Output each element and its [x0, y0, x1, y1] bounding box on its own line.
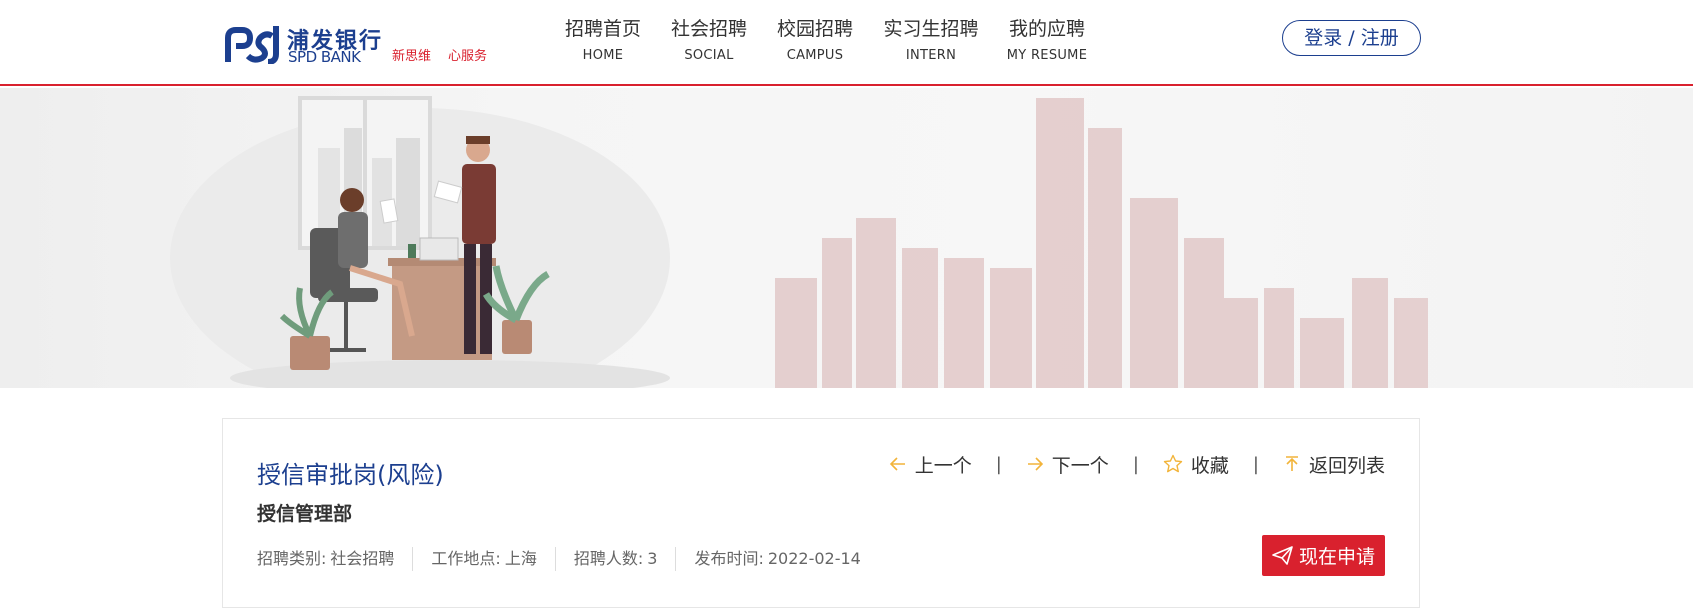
slogan-2: 心服务	[448, 49, 488, 64]
apply-label: 现在申请	[1298, 546, 1375, 568]
paper-plane-icon	[1272, 545, 1293, 565]
action-separator: |	[995, 453, 1002, 475]
meta-label: 发布时间:	[694, 549, 764, 568]
nav-label: 招聘首页	[564, 18, 641, 40]
action-separator: |	[1252, 453, 1259, 475]
job-detail-card: 授信审批岗(风险) 授信管理部 招聘类别: 社会招聘 工作地点: 上海 招聘人数: 3…	[222, 418, 1420, 608]
meta-label: 招聘类别:	[257, 549, 327, 568]
nav-my-resume[interactable]: 我的应聘 MY RESUME	[992, 16, 1102, 63]
back-label: 返回列表	[1308, 454, 1385, 477]
nav-social[interactable]: 社会招聘 SOCIAL	[654, 16, 764, 63]
nav-label: 实习生招聘	[883, 18, 979, 40]
nav-sublabel: SOCIAL	[684, 48, 734, 63]
apply-now-button[interactable]: 现在申请	[1262, 535, 1385, 576]
job-meta: 招聘类别: 社会招聘 工作地点: 上海 招聘人数: 3 发布时间: 2022-02-14	[257, 547, 879, 571]
slogan-1: 新思维	[392, 49, 432, 64]
meta-value: 社会招聘	[330, 549, 395, 568]
spd-bank-logo[interactable]: 浦发银行 SPD BANK	[224, 22, 381, 66]
nav-label: 我的应聘	[1008, 18, 1085, 40]
meta-value: 3	[647, 549, 658, 568]
job-title: 授信审批岗(风险)	[257, 461, 444, 489]
job-actions: 上一个 | 下一个 | 收藏 | 返回列表	[889, 449, 1385, 479]
meta-label: 招聘人数:	[573, 549, 644, 568]
nav-label: 社会招聘	[670, 18, 747, 40]
meta-category: 招聘类别: 社会招聘	[257, 547, 412, 571]
arrow-up-icon	[1285, 456, 1298, 471]
nav-label: 校园招聘	[776, 18, 853, 40]
meta-publish-date: 发布时间: 2022-02-14	[675, 547, 878, 571]
nav-sublabel: MY RESUME	[1006, 48, 1088, 63]
meta-value: 上海	[504, 549, 537, 568]
favorite-button[interactable]: 收藏	[1163, 451, 1229, 478]
bank-name-en: SPD BANK	[288, 48, 361, 66]
favorite-label: 收藏	[1190, 454, 1229, 477]
star-icon	[1163, 454, 1183, 473]
nav-home[interactable]: 招聘首页 HOME	[548, 16, 658, 63]
next-job-link[interactable]: 下一个	[1026, 451, 1109, 478]
nav-sublabel: INTERN	[905, 48, 957, 63]
back-to-list-link[interactable]: 返回列表	[1283, 451, 1385, 478]
hero-banner	[0, 88, 1693, 388]
login-register-button[interactable]: 登录 / 注册	[1282, 20, 1421, 56]
arrow-right-icon	[1027, 457, 1043, 471]
action-separator: |	[1132, 453, 1139, 475]
site-header: 浦发银行 SPD BANK 新思维 心服务 招聘首页 HOME 社会招聘 SOC…	[0, 0, 1693, 86]
office-illustration	[170, 96, 1428, 388]
next-label: 下一个	[1051, 454, 1109, 477]
spd-logo-icon	[225, 26, 279, 64]
nav-sublabel: CAMPUS	[786, 48, 844, 63]
meta-headcount: 招聘人数: 3	[554, 547, 676, 571]
prev-label: 上一个	[914, 454, 972, 477]
nav-sublabel: HOME	[582, 48, 624, 63]
job-department: 授信管理部	[257, 503, 353, 525]
meta-value: 2022-02-14	[767, 549, 861, 568]
prev-job-link[interactable]: 上一个	[889, 451, 972, 478]
meta-location: 工作地点: 上海	[412, 547, 554, 571]
arrow-left-icon	[889, 457, 905, 471]
nav-intern[interactable]: 实习生招聘 INTERN	[876, 16, 986, 63]
meta-label: 工作地点:	[431, 549, 501, 568]
nav-campus[interactable]: 校园招聘 CAMPUS	[760, 16, 870, 63]
